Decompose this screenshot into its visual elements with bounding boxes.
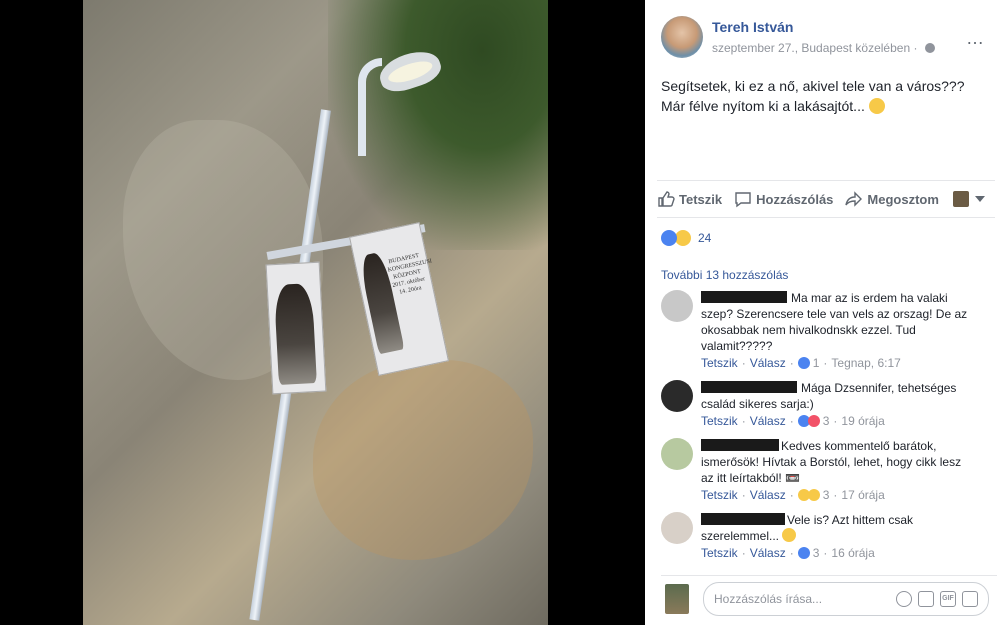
comment-reply-link[interactable]: Válasz <box>750 414 786 428</box>
separator-dot: · <box>741 414 746 428</box>
redacted-name[interactable] <box>701 291 787 303</box>
photo-image: BUDAPEST KONGRESSZUSI KÖZPONT 2017. októ… <box>83 0 548 625</box>
separator-dot: · <box>741 546 746 560</box>
comment-icon <box>734 190 752 208</box>
comment-actions: Tetszik · Válasz · 3 · 16 órája <box>701 546 875 560</box>
sticker-icon[interactable] <box>962 591 978 607</box>
comment: Vele is? Azt hittem csak szerelemmel... … <box>661 512 991 564</box>
post-as-selector[interactable] <box>953 191 985 207</box>
camera-icon[interactable] <box>918 591 934 607</box>
comment-body: Ma mar az is erdem ha valaki szep? Szere… <box>701 290 971 354</box>
like-reaction-icon <box>661 230 677 246</box>
redacted-name[interactable] <box>701 513 785 525</box>
separator-dot: · <box>823 356 828 370</box>
comment-reply-link[interactable]: Válasz <box>750 488 786 502</box>
comment-composer: Hozzászólás írása... GIF <box>661 575 997 620</box>
smile-emoji-icon <box>868 98 885 114</box>
post-text-line-content: Már félve nyítom ki a lakásajtót... <box>661 98 869 114</box>
post-actions: Tetszik Hozzászólás Megosztom <box>657 180 995 218</box>
post-meta-text: szeptember 27., Budapest közelében · <box>712 41 921 55</box>
post-meta: szeptember 27., Budapest közelében · <box>712 41 935 55</box>
comment-button[interactable]: Hozzászólás <box>734 190 833 208</box>
more-options-icon[interactable]: … <box>966 28 985 49</box>
current-user-avatar <box>665 584 689 614</box>
comment-reply-link[interactable]: Válasz <box>750 356 786 370</box>
more-comments-link[interactable]: További 13 hozzászólás <box>661 268 788 282</box>
separator-dot: · <box>789 546 794 560</box>
share-button[interactable]: Megosztom <box>845 190 939 208</box>
commenter-avatar[interactable] <box>661 438 693 470</box>
comment-label: Hozzászólás <box>756 191 834 207</box>
comment-time[interactable]: 17 órája <box>841 488 884 502</box>
separator-dot: · <box>833 488 838 502</box>
banner-text: BUDAPEST KONGRESSZUSI KÖZPONT 2017. októ… <box>387 252 433 296</box>
separator-dot: · <box>833 414 838 428</box>
share-label: Megosztom <box>867 191 939 207</box>
separator-dot: · <box>789 488 794 502</box>
redacted-name[interactable] <box>701 439 779 451</box>
like-reaction-icon <box>797 357 810 369</box>
photo-rock <box>313 360 533 560</box>
comment-reaction-count[interactable]: 3 <box>823 414 830 428</box>
comment-actions: Tetszik · Válasz · 3 · 17 órája <box>701 488 885 502</box>
separator-dot: · <box>789 356 794 370</box>
smile-emoji-icon <box>782 528 797 542</box>
like-label: Tetszik <box>679 191 723 207</box>
comment-body: Kedves kommentelő barátok, ismerősök! Hí… <box>701 438 971 486</box>
thumbs-up-icon <box>657 190 675 208</box>
comment-input-placeholder: Hozzászólás írása... <box>714 592 823 606</box>
page-avatar <box>953 191 969 207</box>
comment-reaction-count[interactable]: 1 <box>813 356 820 370</box>
comment-reply-link[interactable]: Válasz <box>750 546 786 560</box>
comment-body: Vele is? Azt hittem csak szerelemmel... <box>701 512 971 544</box>
comment-actions: Tetszik · Válasz · 3 · 19 órája <box>701 414 885 428</box>
comment-reaction-count[interactable]: 3 <box>813 546 820 560</box>
comment-time[interactable]: 16 órája <box>831 546 874 560</box>
comment-like-link[interactable]: Tetszik <box>701 356 738 370</box>
comment-actions: Tetszik · Válasz · 1 · Tegnap, 6:17 <box>701 356 901 370</box>
banner-portrait <box>273 283 317 385</box>
separator-dot: · <box>741 356 746 370</box>
reactions-summary[interactable]: 24 <box>661 229 711 247</box>
comment: Kedves kommentelő barátok, ismerősök! Hí… <box>661 438 991 506</box>
composer-tools: GIF <box>896 591 978 607</box>
like-reaction-icon <box>797 547 810 559</box>
separator-dot: · <box>741 488 746 502</box>
comment: Ma mar az is erdem ha valaki szep? Szere… <box>661 290 991 370</box>
separator-dot: · <box>823 546 828 560</box>
commenter-avatar[interactable] <box>661 290 693 322</box>
street-lamp-arm <box>358 58 382 156</box>
commenter-avatar[interactable] <box>661 512 693 544</box>
author-avatar[interactable] <box>661 16 703 58</box>
post-text-line: Már félve nyítom ki a lakásajtót... <box>661 96 991 116</box>
post-photo[interactable]: BUDAPEST KONGRESSZUSI KÖZPONT 2017. októ… <box>0 0 645 625</box>
comment: Mága Dzsennifer, tehetséges család siker… <box>661 380 991 430</box>
like-button[interactable]: Tetszik <box>657 190 722 208</box>
comment-like-link[interactable]: Tetszik <box>701 488 738 502</box>
author-name[interactable]: Tereh István <box>712 19 793 35</box>
haha-reaction-icon <box>807 489 820 501</box>
comment-like-link[interactable]: Tetszik <box>701 546 738 560</box>
comment-like-link[interactable]: Tetszik <box>701 414 738 428</box>
comment-time[interactable]: 19 órája <box>841 414 884 428</box>
comment-body: Mága Dzsennifer, tehetséges család siker… <box>701 380 971 412</box>
emoji-icon[interactable] <box>896 591 912 607</box>
separator-dot: · <box>789 414 794 428</box>
comment-input[interactable]: Hozzászólás írása... GIF <box>703 582 989 616</box>
post-text: Segítsetek, ki ez a nő, akivel tele van … <box>661 76 991 116</box>
redacted-name[interactable] <box>701 381 797 393</box>
reaction-count: 24 <box>698 231 712 245</box>
love-reaction-icon <box>807 415 820 427</box>
banner-left <box>265 261 327 395</box>
globe-icon <box>924 43 935 53</box>
gif-icon[interactable]: GIF <box>940 591 956 607</box>
chevron-down-icon <box>975 196 985 202</box>
commenter-avatar[interactable] <box>661 380 693 412</box>
comment-reaction-count[interactable]: 3 <box>823 488 830 502</box>
share-icon <box>845 190 863 208</box>
post-text-line: Segítsetek, ki ez a nő, akivel tele van … <box>661 78 965 94</box>
comment-time[interactable]: Tegnap, 6:17 <box>831 356 900 370</box>
post-panel: Tereh István szeptember 27., Budapest kö… <box>645 0 1007 625</box>
